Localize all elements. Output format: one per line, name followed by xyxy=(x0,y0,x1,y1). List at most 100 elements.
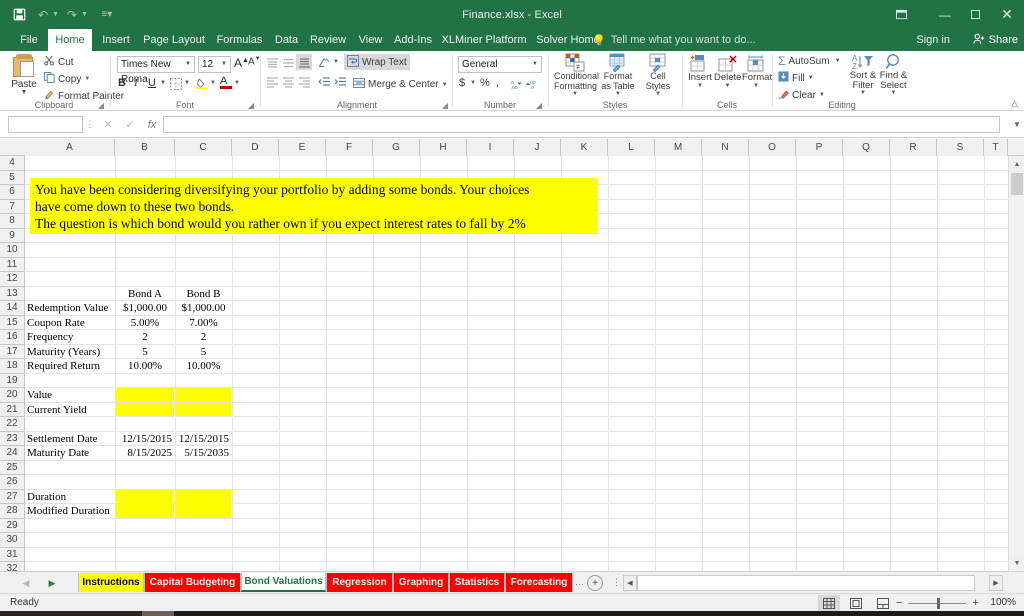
sheet-tab-instructions[interactable]: Instructions xyxy=(78,573,144,592)
conditional-formatting-dropdown-icon[interactable]: ▼ xyxy=(554,91,596,97)
row-header-31[interactable]: 31 xyxy=(0,547,25,562)
cell-A24[interactable]: Maturity Date xyxy=(25,446,115,461)
cell-B17[interactable]: 5 xyxy=(115,345,175,360)
align-middle-button[interactable] xyxy=(282,57,295,73)
row-header-19[interactable]: 19 xyxy=(0,373,25,388)
column-header-m[interactable]: M xyxy=(655,139,702,156)
fill-color-button[interactable] xyxy=(196,77,208,92)
fill-dropdown-icon[interactable]: ▼ xyxy=(808,75,814,81)
sign-in-button[interactable]: Sign in xyxy=(916,29,950,51)
cell-fill-C28[interactable] xyxy=(175,504,231,518)
row-header-26[interactable]: 26 xyxy=(0,475,25,490)
column-header-q[interactable]: Q xyxy=(843,139,890,156)
align-left-button[interactable] xyxy=(266,76,279,92)
copy-dropdown-icon[interactable]: ▼ xyxy=(84,76,90,82)
name-box-expander-icon[interactable]: ⋮ xyxy=(83,119,97,130)
cell-B23[interactable]: 12/15/2015 xyxy=(115,432,175,447)
bold-button[interactable]: B xyxy=(118,77,126,89)
cell-fill-C27[interactable] xyxy=(175,489,231,503)
align-top-button[interactable] xyxy=(266,57,279,73)
row-header-7[interactable]: 7 xyxy=(0,199,25,214)
cell-B13[interactable]: Bond A xyxy=(115,287,175,302)
page-layout-view-icon[interactable] xyxy=(845,595,867,611)
cell-fill-B27[interactable] xyxy=(115,489,174,503)
increase-indent-button[interactable] xyxy=(334,76,347,92)
sheet-tab-bond-valuations[interactable]: Bond Valuations xyxy=(241,573,326,592)
vertical-scrollbar[interactable]: ▲ ▼ xyxy=(1008,156,1024,571)
cell-C13[interactable]: Bond B xyxy=(175,287,232,302)
format-as-table-dropdown-icon[interactable]: ▼ xyxy=(598,91,638,97)
cell-A14[interactable]: Redemption Value xyxy=(25,301,115,316)
row-header-9[interactable]: 9 xyxy=(0,228,25,243)
hscroll-left-icon[interactable]: ◀ xyxy=(623,575,637,591)
align-right-button[interactable] xyxy=(298,76,311,92)
sheet-tab-regression[interactable]: Regression xyxy=(326,573,393,592)
delete-dropdown-icon[interactable]: ▼ xyxy=(714,83,741,89)
cell-C24[interactable]: 5/15/2035 xyxy=(175,446,232,461)
cell-B15[interactable]: 5.00% xyxy=(115,316,175,331)
share-button[interactable]: Share xyxy=(972,29,1018,51)
row-header-14[interactable]: 14 xyxy=(0,301,25,316)
delete-cells-button[interactable]: Delete ▼ xyxy=(714,54,741,89)
font-name-dropdown-icon[interactable]: ▼ xyxy=(185,57,191,72)
add-sheet-button[interactable]: + xyxy=(587,575,603,591)
minimize-button[interactable]: — xyxy=(930,0,960,29)
format-dropdown-icon[interactable]: ▼ xyxy=(742,83,770,89)
cell-styles-button[interactable]: Cell Styles ▼ xyxy=(640,53,676,97)
ribbon-tab-xlminer-platform[interactable]: XLMiner Platform xyxy=(438,29,530,51)
first-sheet-icon[interactable]: ◀ xyxy=(18,575,34,591)
ribbon-tab-data[interactable]: Data xyxy=(270,29,303,51)
normal-view-icon[interactable] xyxy=(818,595,840,611)
merge-center-button[interactable]: Merge & Center ▼ xyxy=(353,77,448,92)
row-header-23[interactable]: 23 xyxy=(0,431,25,446)
insert-function-icon[interactable]: fx xyxy=(141,119,163,131)
number-format-dropdown-icon[interactable]: ▼ xyxy=(532,57,538,72)
zoom-track[interactable] xyxy=(908,597,967,609)
ribbon-tab-formulas[interactable]: Formulas xyxy=(212,29,267,51)
row-header-21[interactable]: 21 xyxy=(0,402,25,417)
more-sheets-icon[interactable]: … xyxy=(575,577,584,587)
cell-A21[interactable]: Current Yield xyxy=(25,403,115,418)
sort-filter-dropdown-icon[interactable]: ▼ xyxy=(848,90,878,96)
font-size-input[interactable]: 12 ▼ xyxy=(198,56,231,73)
orientation-dropdown-icon[interactable]: ▼ xyxy=(333,59,339,65)
cut-button[interactable]: Cut xyxy=(44,55,74,69)
row-header-28[interactable]: 28 xyxy=(0,504,25,519)
cell-C14[interactable]: $1,000.00 xyxy=(175,301,232,316)
column-header-s[interactable]: S xyxy=(937,139,984,156)
font-color-button[interactable]: A xyxy=(220,75,232,89)
column-header-c[interactable]: C xyxy=(175,139,232,156)
clipboard-dialog-launcher-icon[interactable]: ◢ xyxy=(98,101,104,110)
row-header-25[interactable]: 25 xyxy=(0,460,25,475)
tell-me-search[interactable]: 💡 Tell me what you want to do... xyxy=(592,29,756,51)
cell-A18[interactable]: Required Return xyxy=(25,359,115,374)
row-header-22[interactable]: 22 xyxy=(0,417,25,432)
insert-dropdown-icon[interactable]: ▼ xyxy=(687,83,713,89)
expand-formula-bar-icon[interactable]: ▼ xyxy=(1010,120,1024,129)
row-header-11[interactable]: 11 xyxy=(0,257,25,272)
sheet-tab-forecasting[interactable]: Forecasting xyxy=(505,573,573,592)
column-header-b[interactable]: B xyxy=(115,139,175,156)
horizontal-scroll-thumb[interactable] xyxy=(637,575,975,591)
cell-C16[interactable]: 2 xyxy=(175,330,232,345)
font-dialog-launcher-icon[interactable]: ◢ xyxy=(248,101,254,110)
percent-format-button[interactable]: % xyxy=(480,77,490,89)
row-header-12[interactable]: 12 xyxy=(0,272,25,287)
ribbon-display-options-icon[interactable] xyxy=(886,0,916,29)
italic-button[interactable]: I xyxy=(134,77,138,89)
font-size-dropdown-icon[interactable]: ▼ xyxy=(221,57,227,72)
orientation-button[interactable] xyxy=(318,56,331,72)
copy-button[interactable]: Copy ▼ xyxy=(44,72,90,86)
column-header-d[interactable]: D xyxy=(232,139,279,156)
align-bottom-button[interactable] xyxy=(296,54,312,70)
increase-font-size-button[interactable]: A▲ xyxy=(234,56,249,70)
sheet-tab-capital-budgeting[interactable]: Capital Budgeting xyxy=(144,573,241,592)
align-center-button[interactable] xyxy=(282,76,295,92)
comma-format-button[interactable]: , xyxy=(496,77,499,89)
column-header-e[interactable]: E xyxy=(279,139,326,156)
scroll-down-icon[interactable]: ▼ xyxy=(1009,555,1024,571)
column-header-k[interactable]: K xyxy=(561,139,608,156)
ribbon-tab-review[interactable]: Review xyxy=(306,29,350,51)
zoom-in-button[interactable]: + xyxy=(972,597,978,609)
ribbon-tab-view[interactable]: View xyxy=(353,29,388,51)
